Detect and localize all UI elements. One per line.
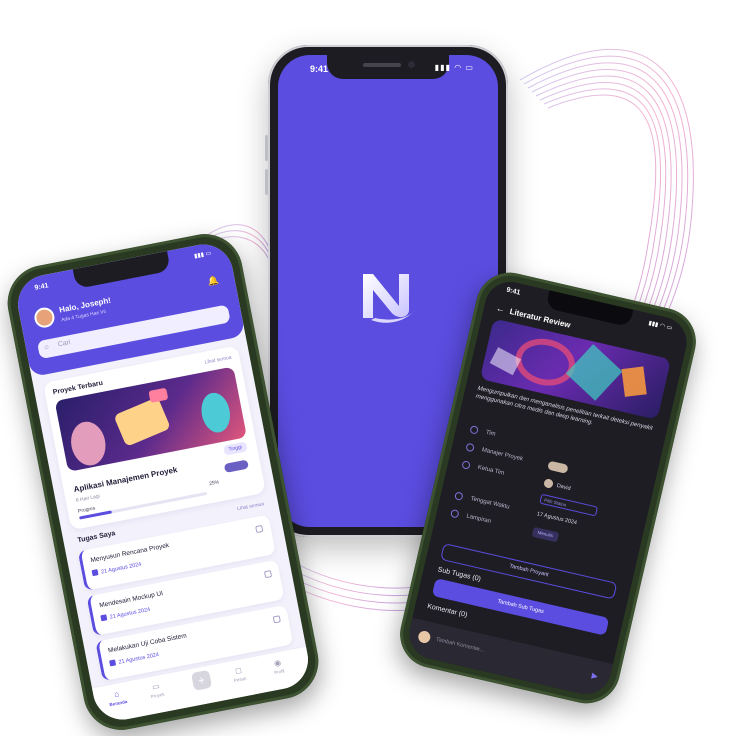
task-checkbox[interactable] bbox=[255, 524, 264, 534]
paperclip-icon bbox=[450, 508, 460, 519]
nav-projects[interactable]: ▭ Proyek bbox=[138, 679, 174, 701]
task-title: Mendesain Mockup UI bbox=[98, 590, 164, 610]
chat-icon: ◻ bbox=[234, 665, 243, 676]
task-checkbox[interactable] bbox=[272, 615, 281, 624]
recent-project-card[interactable]: Proyek Terbaru Lihat semua Tinggi Aplika… bbox=[42, 345, 266, 531]
progress-percent: 25% bbox=[208, 479, 220, 488]
status-time: 9:41 bbox=[310, 64, 329, 74]
notch bbox=[327, 55, 449, 79]
volume-button bbox=[265, 135, 268, 161]
project-name: Aplikasi Manajemen Proyek bbox=[72, 465, 179, 495]
see-all-link[interactable]: Lihat semua bbox=[237, 501, 265, 512]
team-icon bbox=[469, 425, 479, 435]
team-avatars bbox=[223, 459, 249, 473]
user-icon bbox=[465, 442, 475, 453]
see-all-link[interactable]: Lihat semua bbox=[204, 355, 232, 366]
avatar bbox=[417, 629, 432, 645]
brand-n-logo-icon bbox=[363, 274, 415, 323]
calendar-icon bbox=[100, 614, 108, 622]
volume-button bbox=[265, 169, 268, 195]
add-button[interactable]: + bbox=[190, 669, 213, 691]
nav-profile[interactable]: ◉ Profil bbox=[260, 655, 296, 677]
status-time: 9:41 bbox=[34, 282, 50, 292]
search-placeholder: Cari bbox=[57, 339, 72, 349]
send-icon[interactable]: ▶ bbox=[591, 671, 599, 681]
user-icon: ◉ bbox=[273, 657, 282, 669]
priority-badge: Tinggi bbox=[222, 441, 248, 456]
camera-icon bbox=[408, 61, 415, 68]
lead-name: David bbox=[556, 482, 572, 492]
status-icons: ▮▮▮ ▭ bbox=[193, 250, 212, 260]
avatar[interactable] bbox=[32, 305, 57, 330]
status-time: 9:41 bbox=[505, 286, 521, 297]
avatar bbox=[543, 478, 554, 489]
task-date: 21 Agustus 2024 bbox=[118, 652, 160, 666]
comment-input[interactable]: Tambah Komentar... bbox=[435, 637, 484, 654]
nav-messages[interactable]: ◻ Pesan bbox=[221, 663, 257, 685]
search-icon: ○ bbox=[43, 342, 50, 353]
back-arrow-icon[interactable]: ← bbox=[495, 303, 506, 315]
user-icon bbox=[461, 460, 471, 470]
avatar-group bbox=[547, 460, 569, 474]
section-title: Tugas Saya bbox=[76, 530, 117, 545]
task-title: Menyusun Rencana Proyek bbox=[90, 542, 170, 565]
attachment-tag[interactable]: Menulis bbox=[531, 526, 559, 543]
task-date: 21 Agustus 2024 bbox=[109, 606, 151, 621]
status-icons: ▮▮▮ ◠ ▭ bbox=[647, 320, 673, 332]
home-icon: ⌂ bbox=[113, 689, 120, 700]
task-checkbox[interactable] bbox=[263, 570, 273, 579]
speaker bbox=[363, 63, 401, 67]
calendar-icon bbox=[109, 659, 117, 667]
task-title: Melakukan Uji Coba Sistem bbox=[107, 632, 188, 655]
comments-title: Komentar (0) bbox=[426, 602, 468, 619]
task-date: 21 Agustus 2024 bbox=[100, 561, 142, 576]
days-left: 6 Hari Lagi bbox=[75, 493, 101, 504]
clock-icon bbox=[454, 491, 464, 501]
nav-home[interactable]: ⌂ Beranda bbox=[99, 687, 135, 709]
folder-icon: ▭ bbox=[151, 681, 161, 692]
bell-icon[interactable]: 🔔 bbox=[206, 275, 219, 288]
calendar-icon bbox=[91, 569, 99, 577]
status-icons: ▮▮▮ ◠ ▭ bbox=[434, 63, 474, 72]
